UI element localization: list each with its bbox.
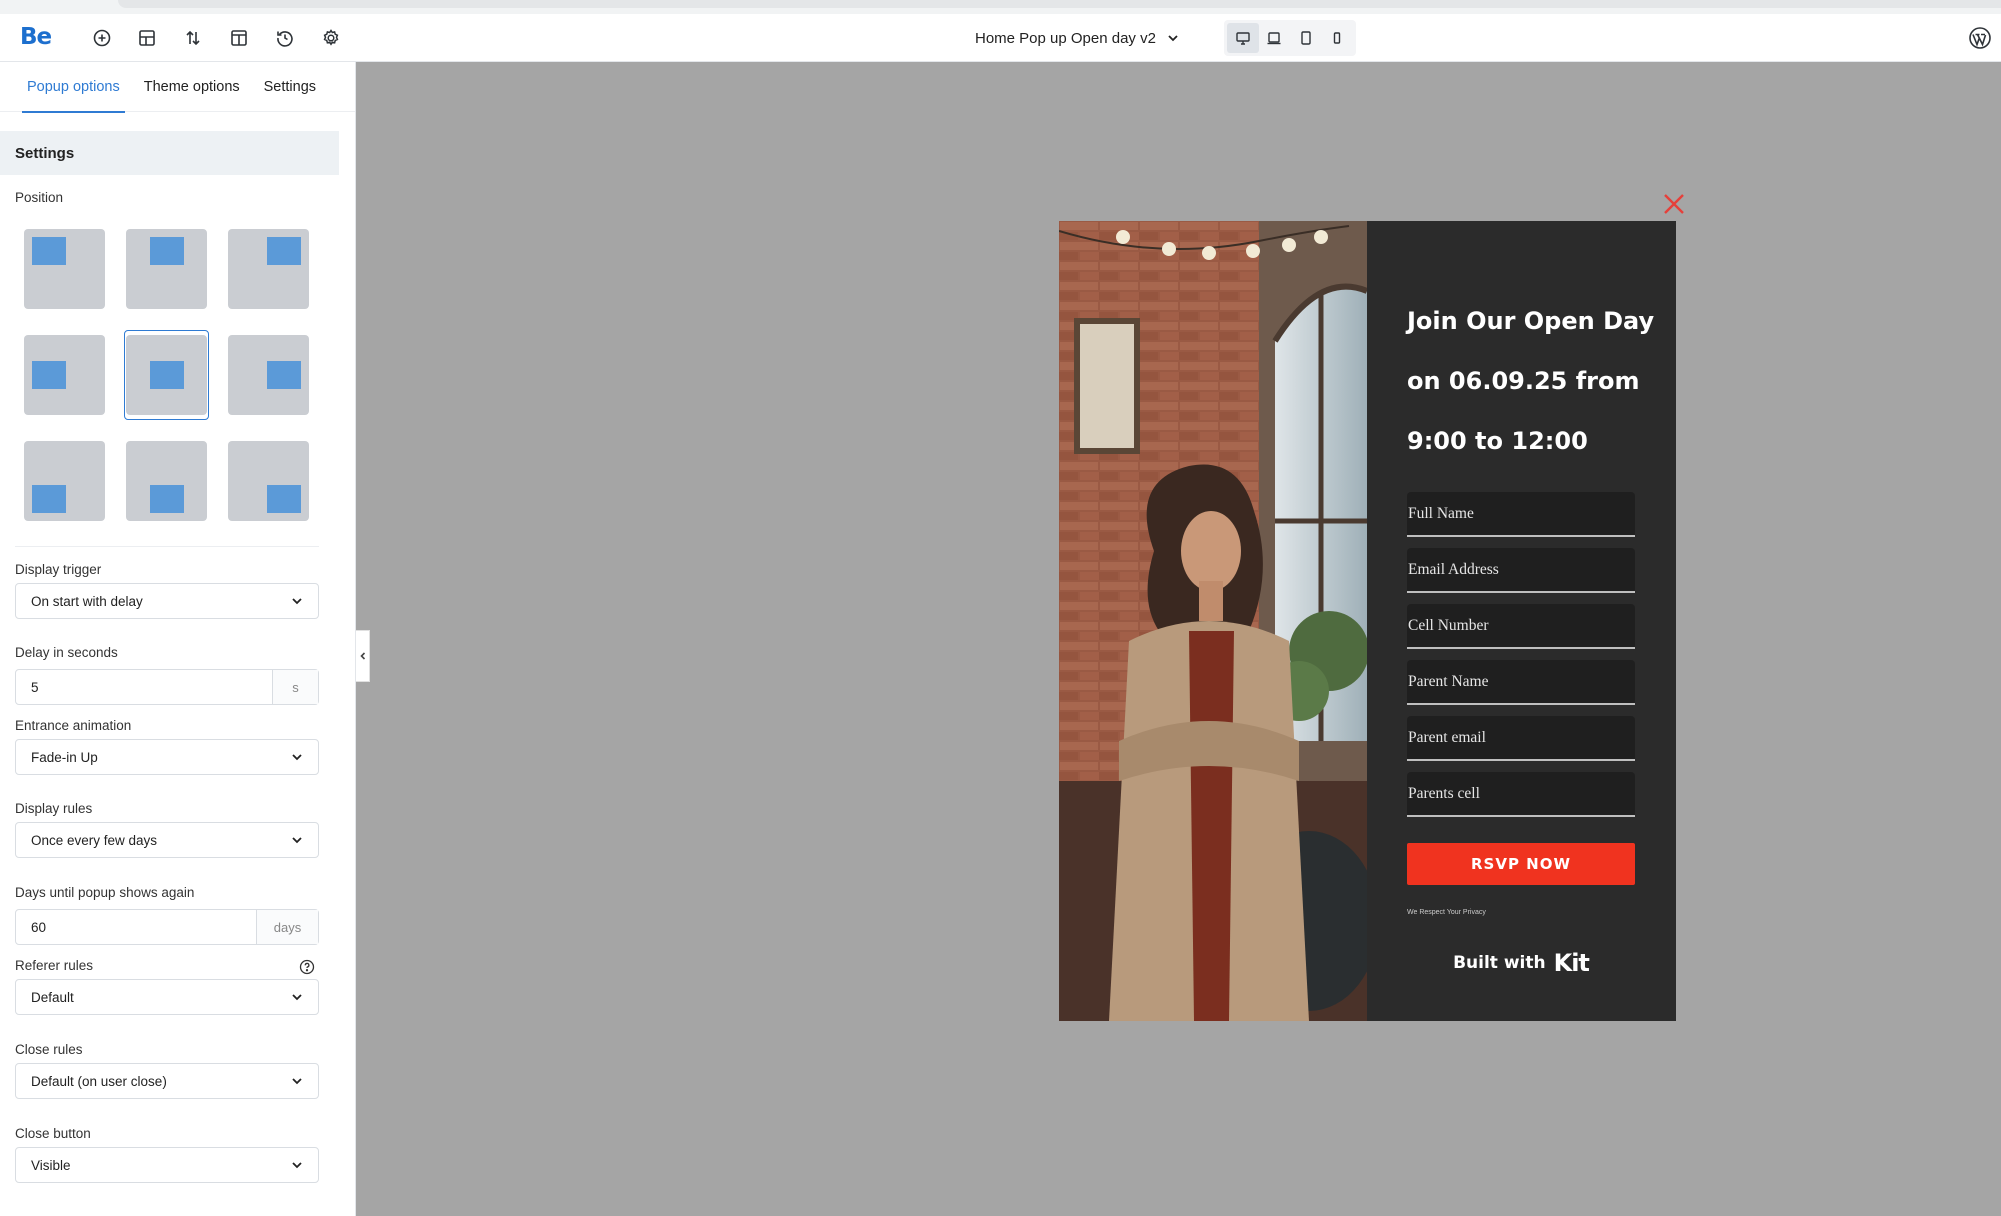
- entrance-animation-value: Fade-in Up: [31, 749, 98, 765]
- section-divider: [15, 546, 319, 547]
- position-middle-left[interactable]: [22, 330, 107, 420]
- popup-title: Join Our Open Day on 06.09.25 from 9:00 …: [1407, 291, 1657, 471]
- popup-title-line-1: Join Our Open Day: [1407, 307, 1655, 335]
- delay-label: Delay in seconds: [15, 645, 118, 660]
- add-section-icon[interactable]: [133, 24, 161, 52]
- help-icon[interactable]: [299, 959, 315, 975]
- chevron-down-icon: [292, 1078, 302, 1085]
- tab-popup-options[interactable]: Popup options: [22, 62, 125, 113]
- browser-chrome-strip: [0, 0, 2001, 14]
- full-name-field[interactable]: Full Name: [1407, 492, 1635, 537]
- referer-rules-label: Referer rules: [15, 958, 94, 973]
- page-selector[interactable]: Home Pop up Open day v2: [975, 24, 1180, 52]
- browser-tab-edge: [118, 0, 2001, 8]
- position-label: Position: [15, 190, 64, 205]
- popup-preview: Join Our Open Day on 06.09.25 from 9:00 …: [1059, 221, 1676, 1021]
- delay-unit: s: [272, 670, 318, 704]
- parent-name-field[interactable]: Parent Name: [1407, 660, 1635, 705]
- sort-arrows-icon[interactable]: [179, 24, 207, 52]
- tab-theme-options[interactable]: Theme options: [139, 62, 245, 112]
- options-sidebar: Popup options Theme options Settings Set…: [0, 62, 356, 1216]
- display-trigger-value: On start with delay: [31, 593, 143, 609]
- popup-title-line-3: 9:00 to 12:00: [1407, 427, 1588, 455]
- days-until-input-group: 60 days: [15, 909, 319, 945]
- delay-input[interactable]: 5: [16, 670, 272, 704]
- rsvp-button[interactable]: RSVP NOW: [1407, 843, 1635, 885]
- chevron-down-icon: [292, 598, 302, 605]
- close-button-label: Close button: [15, 1126, 91, 1141]
- position-top-center[interactable]: [124, 224, 209, 314]
- history-icon[interactable]: [271, 24, 299, 52]
- chevron-left-icon: [359, 652, 365, 660]
- settings-section-header[interactable]: Settings: [0, 131, 339, 175]
- builder-toolbar: Be Home Pop up Open day v2: [0, 14, 2001, 62]
- popup-close-icon[interactable]: [1660, 190, 1688, 218]
- cell-number-field[interactable]: Cell Number: [1407, 604, 1635, 649]
- display-trigger-select[interactable]: On start with delay: [15, 583, 319, 619]
- display-rules-select[interactable]: Once every few days: [15, 822, 319, 858]
- position-picker: [22, 224, 315, 526]
- position-bottom-center[interactable]: [124, 436, 209, 526]
- close-rules-value: Default (on user close): [31, 1073, 167, 1089]
- close-button-select[interactable]: Visible: [15, 1147, 319, 1183]
- builder-logo[interactable]: Be: [20, 24, 52, 50]
- display-rules-label: Display rules: [15, 801, 93, 816]
- sidebar-tabs: Popup options Theme options Settings: [0, 62, 355, 113]
- device-preview-switcher: [1224, 20, 1356, 56]
- entrance-animation-select[interactable]: Fade-in Up: [15, 739, 319, 775]
- add-element-icon[interactable]: [88, 24, 116, 52]
- close-rules-select[interactable]: Default (on user close): [15, 1063, 319, 1099]
- page-selector-label: Home Pop up Open day v2: [975, 29, 1156, 47]
- mobile-preview-icon[interactable]: [1322, 23, 1354, 53]
- tab-settings[interactable]: Settings: [259, 62, 321, 112]
- position-top-right[interactable]: [226, 224, 311, 314]
- delay-input-group: 5 s: [15, 669, 319, 705]
- built-with-kit-link[interactable]: Built with Kit: [1407, 949, 1635, 977]
- settings-gear-icon[interactable]: [317, 24, 345, 52]
- display-rules-value: Once every few days: [31, 832, 158, 848]
- kit-logo: Kit: [1553, 949, 1590, 977]
- position-middle-right[interactable]: [226, 330, 311, 420]
- referer-rules-select[interactable]: Default: [15, 979, 319, 1015]
- laptop-preview-icon[interactable]: [1259, 23, 1291, 53]
- parent-email-field[interactable]: Parent email: [1407, 716, 1635, 761]
- built-with-label: Built with: [1453, 953, 1546, 973]
- entrance-animation-label: Entrance animation: [15, 718, 132, 733]
- parents-cell-field[interactable]: Parents cell: [1407, 772, 1635, 817]
- days-until-unit: days: [256, 910, 318, 944]
- chevron-down-icon: [292, 754, 302, 761]
- position-center[interactable]: [124, 330, 209, 420]
- position-bottom-left[interactable]: [22, 436, 107, 526]
- email-address-field[interactable]: Email Address: [1407, 548, 1635, 593]
- desktop-preview-icon[interactable]: [1227, 23, 1259, 53]
- position-bottom-right[interactable]: [226, 436, 311, 526]
- templates-icon[interactable]: [225, 24, 253, 52]
- close-button-value: Visible: [31, 1157, 71, 1173]
- collapse-sidebar-handle[interactable]: [356, 630, 370, 682]
- chevron-down-icon: [1168, 35, 1178, 42]
- popup-woman-photo: [1059, 221, 1367, 1021]
- display-trigger-label: Display trigger: [15, 562, 102, 577]
- chevron-down-icon: [292, 994, 302, 1001]
- wordpress-icon[interactable]: [1968, 26, 1992, 50]
- tablet-preview-icon[interactable]: [1290, 23, 1322, 53]
- referer-rules-value: Default: [31, 989, 74, 1005]
- chevron-down-icon: [292, 837, 302, 844]
- days-until-input[interactable]: 60: [16, 910, 256, 944]
- position-top-left[interactable]: [22, 224, 107, 314]
- popup-title-line-2: on 06.09.25 from: [1407, 367, 1640, 395]
- privacy-note: We Respect Your Privacy: [1407, 909, 1486, 916]
- close-rules-label: Close rules: [15, 1042, 83, 1057]
- chevron-down-icon: [292, 1162, 302, 1169]
- days-until-label: Days until popup shows again: [15, 885, 195, 900]
